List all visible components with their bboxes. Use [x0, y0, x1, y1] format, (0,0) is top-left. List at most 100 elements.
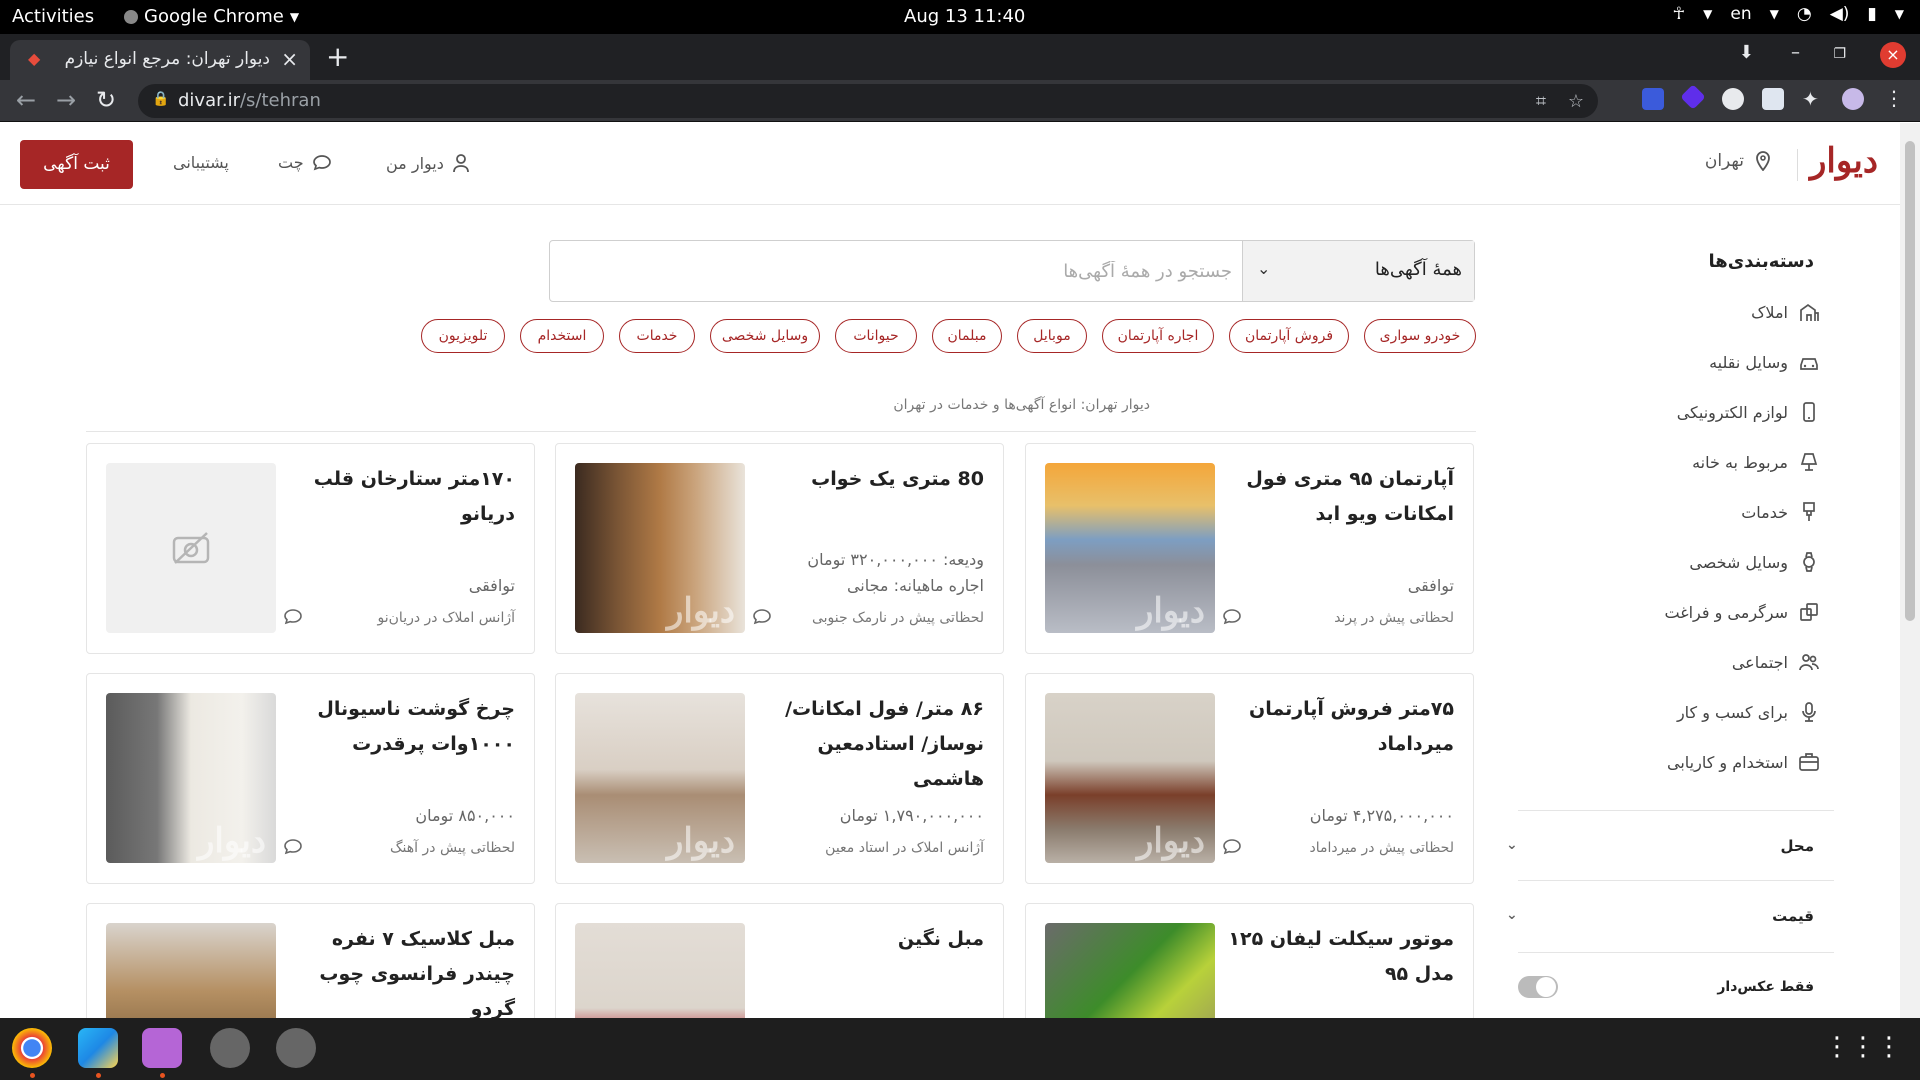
ad-card[interactable]: دیوار ۷۵متر فروش آپارتمان میرداماد ۴,۲۷۵… [1025, 673, 1474, 884]
app-name: Google Chrome [144, 6, 284, 27]
extensions-puzzle-icon[interactable]: ✦ [1802, 87, 1824, 111]
page-scrollbar[interactable] [1900, 123, 1920, 1018]
sidebar-divider [1518, 810, 1834, 811]
translate-icon[interactable]: ⌗ [1536, 91, 1546, 112]
divar-logo[interactable]: دیوار [1810, 141, 1878, 181]
chip-services[interactable]: خدمات [619, 319, 695, 353]
menu-kebab-icon[interactable]: ⋮ [1884, 86, 1906, 110]
translate-extension-icon[interactable] [1642, 88, 1664, 110]
city-selector[interactable]: تهران [1705, 151, 1772, 171]
sidebar-item-services[interactable]: خدمات [1580, 497, 1820, 527]
chip-apartment-rent[interactable]: اجاره آپارتمان [1102, 319, 1214, 353]
wifi-icon[interactable]: ◔ [1797, 4, 1812, 24]
chip-animals[interactable]: حیوانات [835, 319, 917, 353]
accessibility-icon[interactable]: ☥ [1672, 4, 1685, 24]
ad-card[interactable]: مبل نگین [555, 903, 1004, 1018]
chip-furniture[interactable]: مبلمان [932, 319, 1002, 353]
my-divar-link[interactable]: دیوار من [386, 153, 470, 173]
ad-thumbnail-placeholder [106, 463, 276, 633]
ad-card[interactable]: دیوار آپارتمان ۹۵ متری فول امکانات ویو ا… [1025, 443, 1474, 654]
chrome-icon [124, 9, 138, 24]
chat-bubble-icon [312, 154, 331, 170]
sidebar-item-real-estate[interactable]: املاک [1580, 297, 1820, 327]
sidebar-item-entertainment[interactable]: سرگرمی و فراغت [1580, 597, 1820, 627]
ad-card[interactable]: ۱۷۰متر ستارخان قلب دریانو توافقی آژانس ا… [86, 443, 535, 654]
sidebar-item-vehicles[interactable]: وسایل نقلیه [1580, 347, 1820, 377]
ad-card[interactable]: مبل کلاسیک ۷ نفره چیندر فرانسوی چوب گردو [86, 903, 535, 1018]
sidebar-item-label: وسایل شخصی [1689, 552, 1788, 572]
ad-card[interactable]: دیوار ۸۶ متر/ فول امکانات/ نوساز/ استادم… [555, 673, 1004, 884]
chat-icon[interactable] [283, 838, 303, 856]
chat-link[interactable]: چت [278, 153, 332, 172]
ad-card[interactable]: موتور سیکلت لیفان ۱۲۵ مدل ۹۵ [1025, 903, 1474, 1018]
minimize-icon[interactable]: – [1791, 42, 1800, 63]
chat-icon[interactable] [283, 608, 303, 626]
disk-dock-icon[interactable] [210, 1028, 250, 1068]
chip-television[interactable]: تلویزیون [421, 319, 505, 353]
chip-mobile[interactable]: موبایل [1017, 319, 1087, 353]
filter-location[interactable]: محل ⌄ [1498, 837, 1814, 867]
ad-title: ۱۷۰متر ستارخان قلب دریانو [313, 468, 515, 525]
battery-icon[interactable]: ▮ [1867, 4, 1876, 24]
new-tab-button[interactable]: + [326, 40, 349, 73]
close-window-icon[interactable]: × [1880, 42, 1906, 68]
extension-icon[interactable] [1762, 88, 1784, 110]
sidebar-item-home[interactable]: مربوط به خانه [1580, 447, 1820, 477]
filter-price[interactable]: قیمت ⌄ [1498, 907, 1814, 937]
ad-card[interactable]: دیوار چرخ گوشت ناسیونال ۱۰۰۰وات پرقدرت ۸… [86, 673, 535, 884]
extension-icon[interactable] [1722, 88, 1744, 110]
scrollbar-thumb[interactable] [1905, 141, 1915, 621]
post-ad-button[interactable]: ثبت آگهی [20, 140, 133, 189]
chip-personal-items[interactable]: وسایل شخصی [710, 319, 820, 353]
volume-icon[interactable]: ◀) [1830, 4, 1850, 24]
bookmark-star-icon[interactable]: ☆ [1568, 91, 1584, 112]
chat-icon[interactable] [752, 608, 772, 626]
maximize-icon[interactable]: ❐ [1833, 46, 1846, 62]
disk-dock-icon[interactable] [276, 1028, 316, 1068]
chip-car[interactable]: خودرو سواری [1364, 319, 1476, 353]
sidebar-item-business[interactable]: برای کسب و کار [1580, 697, 1820, 727]
media-player-dock-icon[interactable] [142, 1028, 182, 1068]
clock[interactable]: Aug 13 11:40 [904, 6, 1025, 27]
ad-meta: آژانس املاک در دریان‌نو [377, 610, 515, 626]
lock-icon[interactable]: 🔒 [152, 91, 169, 107]
ad-meta: لحظاتی پیش در پرند [1334, 610, 1454, 626]
language-indicator[interactable]: en [1730, 4, 1751, 24]
microphone-icon [1802, 702, 1816, 722]
tab-search-icon[interactable]: ⬇ [1739, 42, 1754, 63]
ad-thumbnail: دیوار [1045, 463, 1215, 633]
sidebar-item-electronics[interactable]: لوازم الکترونیکی [1580, 397, 1820, 427]
chrome-dock-icon[interactable] [12, 1028, 52, 1068]
profile-avatar[interactable] [1842, 88, 1864, 110]
sidebar-item-social[interactable]: اجتماعی [1580, 647, 1820, 677]
page-viewport: دیوار تهران ثبت آگهی دیوار من چت پشتیبان… [0, 123, 1900, 1018]
ad-meta: لحظاتی پیش در میرداماد [1309, 840, 1454, 856]
chat-icon[interactable] [1222, 838, 1242, 856]
activities-button[interactable]: Activities [12, 6, 94, 27]
app-menu[interactable]: Google Chrome ▼ [124, 6, 299, 27]
ad-card[interactable]: دیوار 80 متری یک خواب ودیعه: ۳۲۰,۰۰۰,۰۰۰… [555, 443, 1004, 654]
tab-divar[interactable]: ◆ دیوار تهران: مرجع انواع نیازم × [10, 40, 310, 80]
support-link[interactable]: پشتیبانی [173, 153, 229, 172]
back-icon[interactable]: ← [16, 86, 36, 114]
chevron-down-icon: ▼ [289, 9, 300, 24]
chip-apartment-sale[interactable]: فروش آپارتمان [1229, 319, 1349, 353]
photo-only-toggle[interactable] [1518, 976, 1558, 998]
system-tray[interactable]: ☥ ▼ en ▼ ◔ ◀) ▮ ▼ [1672, 4, 1904, 24]
tab-close-icon[interactable]: × [281, 47, 298, 71]
address-bar[interactable]: 🔒 divar.ir/s/tehran ⌗ ☆ [138, 84, 1598, 118]
forward-icon[interactable]: → [56, 86, 76, 114]
category-dropdown[interactable]: همهٔ آگهی‌ها ⌄ [1242, 241, 1474, 301]
chip-employment[interactable]: استخدام [520, 319, 604, 353]
show-apps-grid-icon[interactable]: ⋮⋮⋮ [1824, 1032, 1902, 1062]
sidebar-item-jobs[interactable]: استخدام و کاریابی [1580, 747, 1820, 777]
watch-icon [1803, 552, 1815, 572]
webstorm-dock-icon[interactable] [78, 1028, 118, 1068]
search-input[interactable] [550, 241, 1242, 301]
reload-icon[interactable]: ↻ [96, 86, 116, 114]
chat-icon[interactable] [1222, 608, 1242, 626]
breadcrumb[interactable]: دیوار تهران: انواع آگهی‌ها و خدمات در ته… [893, 397, 1150, 413]
lamp-icon [1800, 453, 1818, 471]
sidebar-item-personal[interactable]: وسایل شخصی [1580, 547, 1820, 577]
sidebar-item-label: وسایل نقلیه [1709, 352, 1788, 372]
